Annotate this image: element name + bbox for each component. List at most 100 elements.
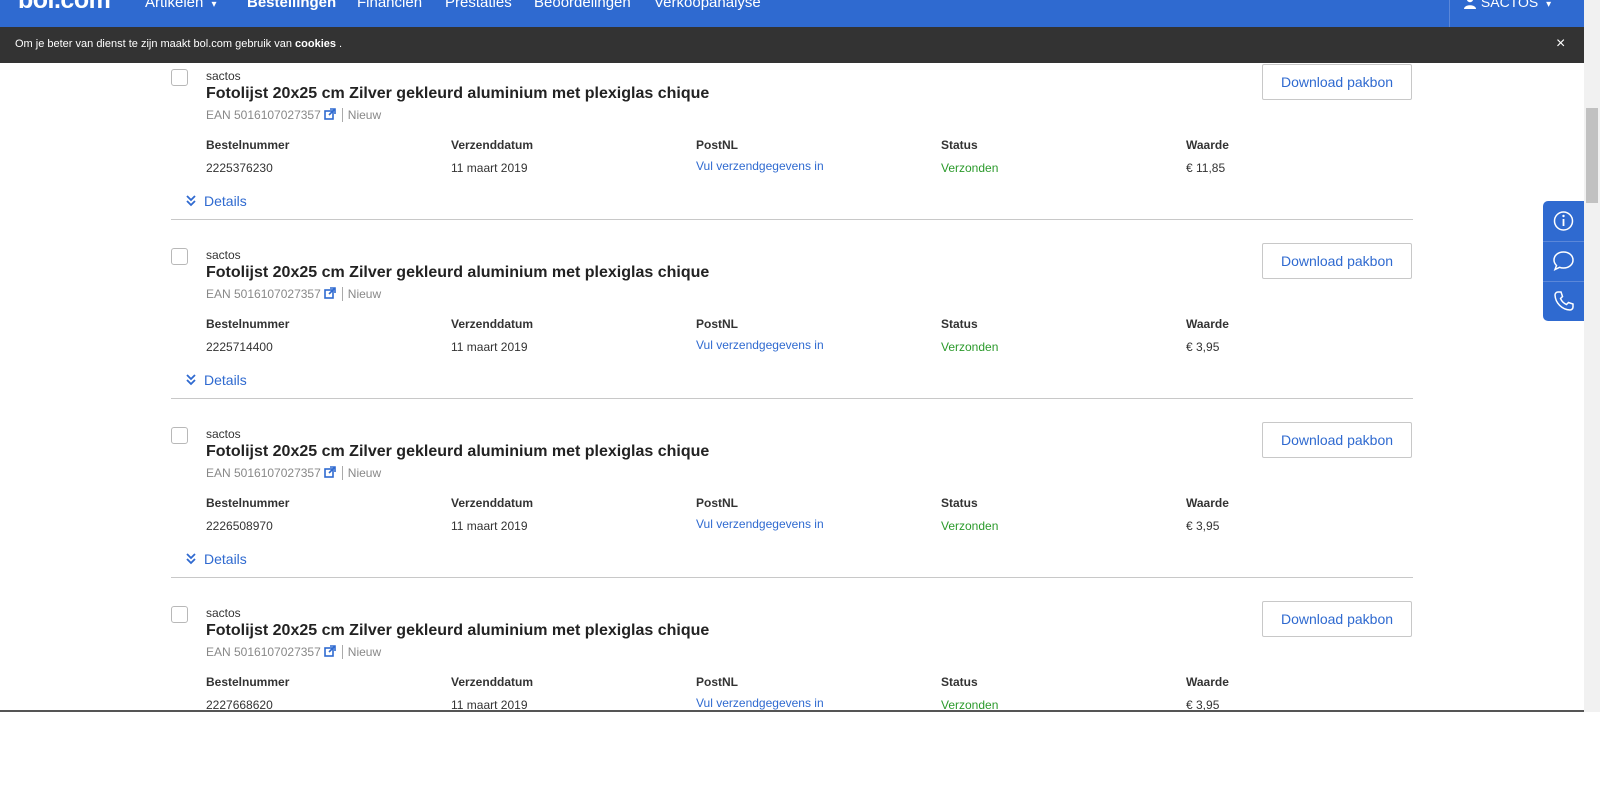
nav-item-bestellingen[interactable]: Bestellingen bbox=[247, 0, 336, 11]
order-number-column: Bestelnummer 2225714400 bbox=[206, 317, 289, 354]
seller-name: sactos bbox=[206, 248, 241, 262]
top-navigation: bol.com Artikelen ▾ Bestellingen Financi… bbox=[0, 0, 1584, 27]
status-value: Verzonden bbox=[941, 340, 999, 354]
nav-divider bbox=[1449, 0, 1450, 27]
phone-icon[interactable] bbox=[1543, 281, 1584, 321]
row-divider bbox=[171, 577, 1413, 578]
divider bbox=[341, 108, 343, 122]
status-column: Status Verzonden bbox=[941, 496, 998, 533]
ean-code: EAN 5016107027357 bbox=[206, 287, 321, 301]
value-label: Waarde bbox=[1186, 496, 1229, 510]
cookie-text: Om je beter van dienst te zijn maakt bol… bbox=[15, 38, 296, 50]
carrier-label: PostNL bbox=[696, 675, 738, 689]
order-row: sactos Fotolijst 20x25 cm Zilver gekleurd… bbox=[0, 422, 1584, 606]
ship-date-column: Verzenddatum 11 maart 2019 bbox=[451, 496, 533, 533]
status-label: Status bbox=[941, 317, 978, 331]
carrier-value[interactable]: Vul verzendgegevens in bbox=[696, 159, 824, 173]
ean-code: EAN 5016107027357 bbox=[206, 108, 321, 122]
external-link-icon[interactable] bbox=[323, 466, 336, 478]
row-divider bbox=[171, 398, 1413, 399]
order-number-label: Bestelnummer bbox=[206, 138, 290, 152]
order-select-checkbox[interactable] bbox=[171, 606, 188, 623]
external-link-icon[interactable] bbox=[323, 645, 336, 657]
condition-label: Nieuw bbox=[347, 466, 382, 480]
scrollbar-thumb[interactable] bbox=[1586, 108, 1598, 203]
ship-date-column: Verzenddatum 11 maart 2019 bbox=[451, 317, 533, 354]
ship-date-label: Verzenddatum bbox=[451, 138, 534, 152]
details-toggle[interactable]: Details bbox=[186, 551, 247, 567]
info-icon[interactable] bbox=[1543, 201, 1584, 241]
download-pakbon-button[interactable]: Download pakbon bbox=[1262, 64, 1412, 100]
order-row: sactos Fotolijst 20x25 cm Zilver gekleurd… bbox=[0, 601, 1584, 785]
product-title[interactable]: Fotolijst 20x25 cm Zilver gekleurd alumi… bbox=[206, 622, 709, 640]
carrier-value[interactable]: Vul verzendgegevens in bbox=[696, 696, 824, 710]
status-label: Status bbox=[941, 496, 978, 510]
nav-item-artikelen[interactable]: Artikelen ▾ bbox=[145, 0, 217, 11]
order-number-value: 2225714400 bbox=[206, 340, 273, 354]
download-pakbon-button[interactable]: Download pakbon bbox=[1262, 243, 1412, 279]
chevron-down-icon: ▾ bbox=[211, 0, 217, 10]
double-chevron-down-icon bbox=[186, 552, 196, 565]
user-menu[interactable]: SACTOS ▾ bbox=[1463, 0, 1551, 10]
status-column: Status Verzonden bbox=[941, 138, 998, 175]
cookie-bar: Om je beter van dienst te zijn maakt bol… bbox=[0, 27, 1584, 63]
download-pakbon-button[interactable]: Download pakbon bbox=[1262, 422, 1412, 458]
ean-line: EAN 5016107027357 Nieuw bbox=[206, 645, 381, 659]
cookies-link[interactable]: cookies bbox=[295, 38, 336, 50]
product-title[interactable]: Fotolijst 20x25 cm Zilver gekleurd alumi… bbox=[206, 85, 709, 103]
external-link-icon[interactable] bbox=[323, 287, 336, 299]
carrier-value[interactable]: Vul verzendgegevens in bbox=[696, 338, 824, 352]
carrier-label: PostNL bbox=[696, 138, 738, 152]
divider bbox=[341, 645, 343, 659]
value-value: € 3,95 bbox=[1186, 519, 1220, 533]
details-toggle[interactable]: Details bbox=[186, 372, 247, 388]
ean-code: EAN 5016107027357 bbox=[206, 645, 321, 659]
ship-date-value: 11 maart 2019 bbox=[451, 519, 528, 533]
ship-date-column: Verzenddatum 11 maart 2019 bbox=[451, 675, 533, 712]
value-label: Waarde bbox=[1186, 138, 1229, 152]
chat-icon[interactable] bbox=[1543, 241, 1584, 281]
chevron-down-icon: ▾ bbox=[1546, 0, 1552, 10]
cookie-text-end: . bbox=[336, 38, 343, 50]
order-number-label: Bestelnummer bbox=[206, 675, 290, 689]
order-select-checkbox[interactable] bbox=[171, 69, 188, 86]
carrier-label: PostNL bbox=[696, 496, 738, 510]
status-column: Status Verzonden bbox=[941, 675, 998, 712]
value-column: Waarde € 3,95 bbox=[1186, 675, 1229, 712]
cookie-message: Om je beter van dienst te zijn maakt bol… bbox=[15, 38, 342, 50]
order-number-column: Bestelnummer 2225376230 bbox=[206, 138, 289, 175]
value-column: Waarde € 3,95 bbox=[1186, 496, 1229, 533]
condition-label: Nieuw bbox=[347, 108, 382, 122]
ship-date-column: Verzenddatum 11 maart 2019 bbox=[451, 138, 533, 175]
close-icon[interactable]: × bbox=[1556, 35, 1565, 53]
details-label: Details bbox=[204, 372, 247, 388]
bol-logo[interactable]: bol.com bbox=[18, 0, 111, 15]
divider bbox=[341, 287, 343, 301]
scrollbar-track[interactable] bbox=[1584, 0, 1600, 712]
product-title[interactable]: Fotolijst 20x25 cm Zilver gekleurd alumi… bbox=[206, 264, 709, 282]
download-pakbon-button[interactable]: Download pakbon bbox=[1262, 601, 1412, 637]
status-label: Status bbox=[941, 138, 978, 152]
divider bbox=[341, 466, 343, 480]
value-column: Waarde € 3,95 bbox=[1186, 317, 1229, 354]
order-number-label: Bestelnummer bbox=[206, 317, 290, 331]
status-value: Verzonden bbox=[941, 519, 999, 533]
nav-item-beoordelingen[interactable]: Beoordelingen bbox=[534, 0, 631, 11]
external-link-icon[interactable] bbox=[323, 108, 336, 120]
order-select-checkbox[interactable] bbox=[171, 427, 188, 444]
product-title[interactable]: Fotolijst 20x25 cm Zilver gekleurd alumi… bbox=[206, 443, 709, 461]
help-side-panel bbox=[1543, 201, 1584, 321]
details-label: Details bbox=[204, 193, 247, 209]
seller-name: sactos bbox=[206, 69, 241, 83]
condition-label: Nieuw bbox=[347, 645, 382, 659]
ean-line: EAN 5016107027357 Nieuw bbox=[206, 108, 381, 122]
carrier-column: PostNL Vul verzendgegevens in bbox=[696, 675, 824, 710]
nav-item-financien[interactable]: Financiën bbox=[357, 0, 422, 11]
value-column: Waarde € 11,85 bbox=[1186, 138, 1229, 175]
nav-item-verkoopanalyse[interactable]: Verkoopanalyse bbox=[654, 0, 761, 11]
carrier-value[interactable]: Vul verzendgegevens in bbox=[696, 517, 824, 531]
details-toggle[interactable]: Details bbox=[186, 193, 247, 209]
nav-item-prestaties[interactable]: Prestaties bbox=[445, 0, 512, 11]
user-name: SACTOS bbox=[1480, 0, 1539, 10]
order-select-checkbox[interactable] bbox=[171, 248, 188, 265]
